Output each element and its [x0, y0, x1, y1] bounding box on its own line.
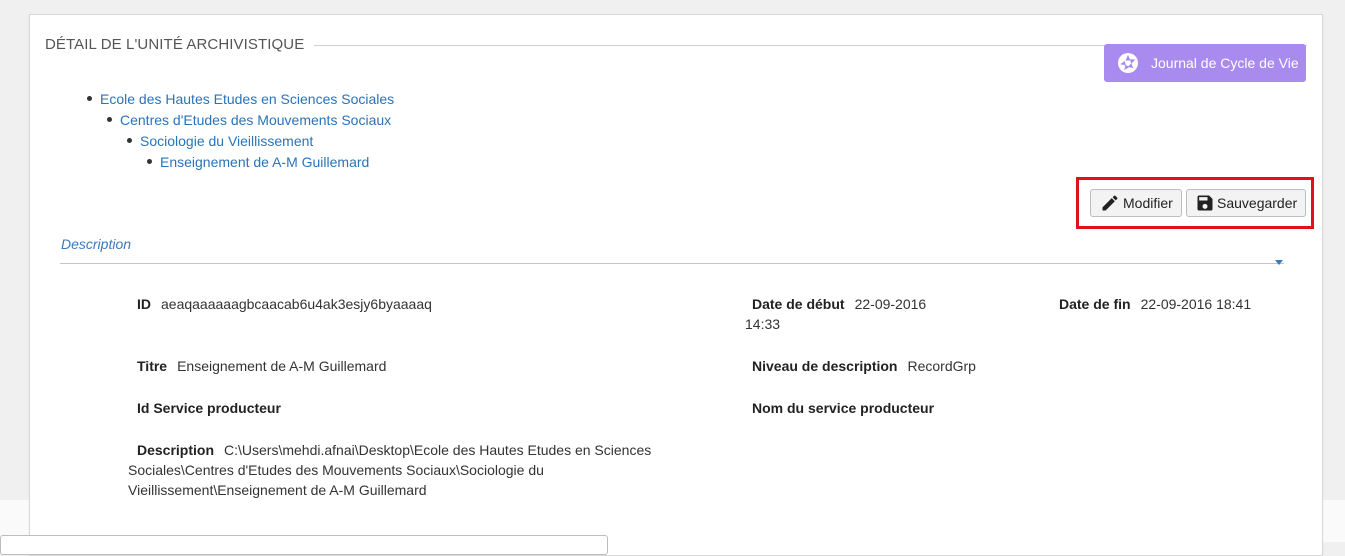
field-title: Titre Enseignement de A-M Guillemard [137, 356, 386, 376]
archival-unit-detail-panel: DÉTAIL DE L'UNITÉ ARCHIVISTIQUE Journal … [29, 14, 1323, 556]
tree-item-label: Centres d'Etudes des Mouvements Sociaux [120, 112, 392, 128]
field-label: Description [137, 442, 215, 458]
section-divider [60, 263, 1284, 264]
field-value-line-3: Vieillissement\Enseignement de A-M Guill… [128, 482, 427, 498]
bullet-icon [107, 116, 112, 122]
field-end-date: Date de fin 22-09-2016 18:41 [1059, 294, 1251, 314]
modify-button[interactable]: Modifier [1090, 189, 1182, 217]
field-value: 22-09-2016 18:41 [1140, 296, 1252, 312]
tree-item-level-3[interactable]: Sociologie du Vieillissement [127, 133, 313, 149]
tree-item-label: Enseignement de A-M Guillemard [160, 154, 370, 170]
field-value-line-2: Sociales\Centres d'Etudes des Mouvements… [128, 462, 544, 478]
bullet-icon [127, 137, 132, 143]
field-description-level: Niveau de description RecordGrp [752, 356, 976, 376]
save-label: Sauvegarder [1217, 195, 1298, 211]
bullet-icon [87, 95, 92, 101]
field-label: Id Service producteur [137, 400, 281, 416]
lifecycle-journal-button[interactable]: Journal de Cycle de Vie [1104, 44, 1306, 82]
modify-label: Modifier [1123, 195, 1173, 211]
tooltip-popup [0, 535, 608, 555]
tree-item-level-1[interactable]: Ecole des Hautes Etudes en Sciences Soci… [87, 91, 394, 107]
field-value: 22-09-2016 [854, 296, 927, 312]
lifecycle-journal-label: Journal de Cycle de Vie [1151, 55, 1299, 71]
pencil-icon [1100, 193, 1120, 213]
field-label: Niveau de description [752, 358, 898, 374]
field-producer-id: Id Service producteur [137, 398, 291, 418]
field-value: C:\Users\mehdi.afnai\Desktop\Ecole des H… [224, 442, 652, 458]
field-label: Date de fin [1059, 296, 1131, 312]
field-description: Description C:\Users\mehdi.afnai\Desktop\… [128, 440, 688, 500]
field-value: aeaqaaaaaagbcaacab6u4ak3esjy6byaaaaq [161, 296, 432, 312]
tree-item-level-4[interactable]: Enseignement de A-M Guillemard [147, 154, 369, 170]
tree-item-level-2[interactable]: Centres d'Etudes des Mouvements Sociaux [107, 112, 391, 128]
description-section-title[interactable]: Description [61, 236, 131, 252]
tree-item-label: Ecole des Hautes Etudes en Sciences Soci… [100, 91, 395, 107]
field-start-date: Date de début 22-09-2016 14:33 [745, 294, 965, 334]
field-label: Date de début [752, 296, 845, 312]
field-label: Nom du service producteur [752, 400, 935, 416]
field-label: Titre [137, 358, 168, 374]
field-id: ID aeaqaaaaaagbcaacab6u4ak3esjy6byaaaaq [137, 294, 432, 314]
page-title: DÉTAIL DE L'UNITÉ ARCHIVISTIQUE [45, 36, 315, 53]
aperture-icon [1117, 52, 1139, 74]
save-button[interactable]: Sauvegarder [1186, 189, 1306, 217]
field-value-continuation: 14:33 [745, 316, 781, 332]
tree-item-label: Sociologie du Vieillissement [140, 133, 314, 149]
field-label: ID [137, 296, 151, 312]
field-value: Enseignement de A-M Guillemard [177, 358, 387, 374]
bullet-icon [147, 158, 152, 164]
collapse-caret-icon[interactable] [1275, 260, 1283, 265]
floppy-disk-icon [1195, 193, 1215, 213]
field-value: RecordGrp [907, 358, 976, 374]
field-producer-name: Nom du service producteur [752, 398, 944, 418]
